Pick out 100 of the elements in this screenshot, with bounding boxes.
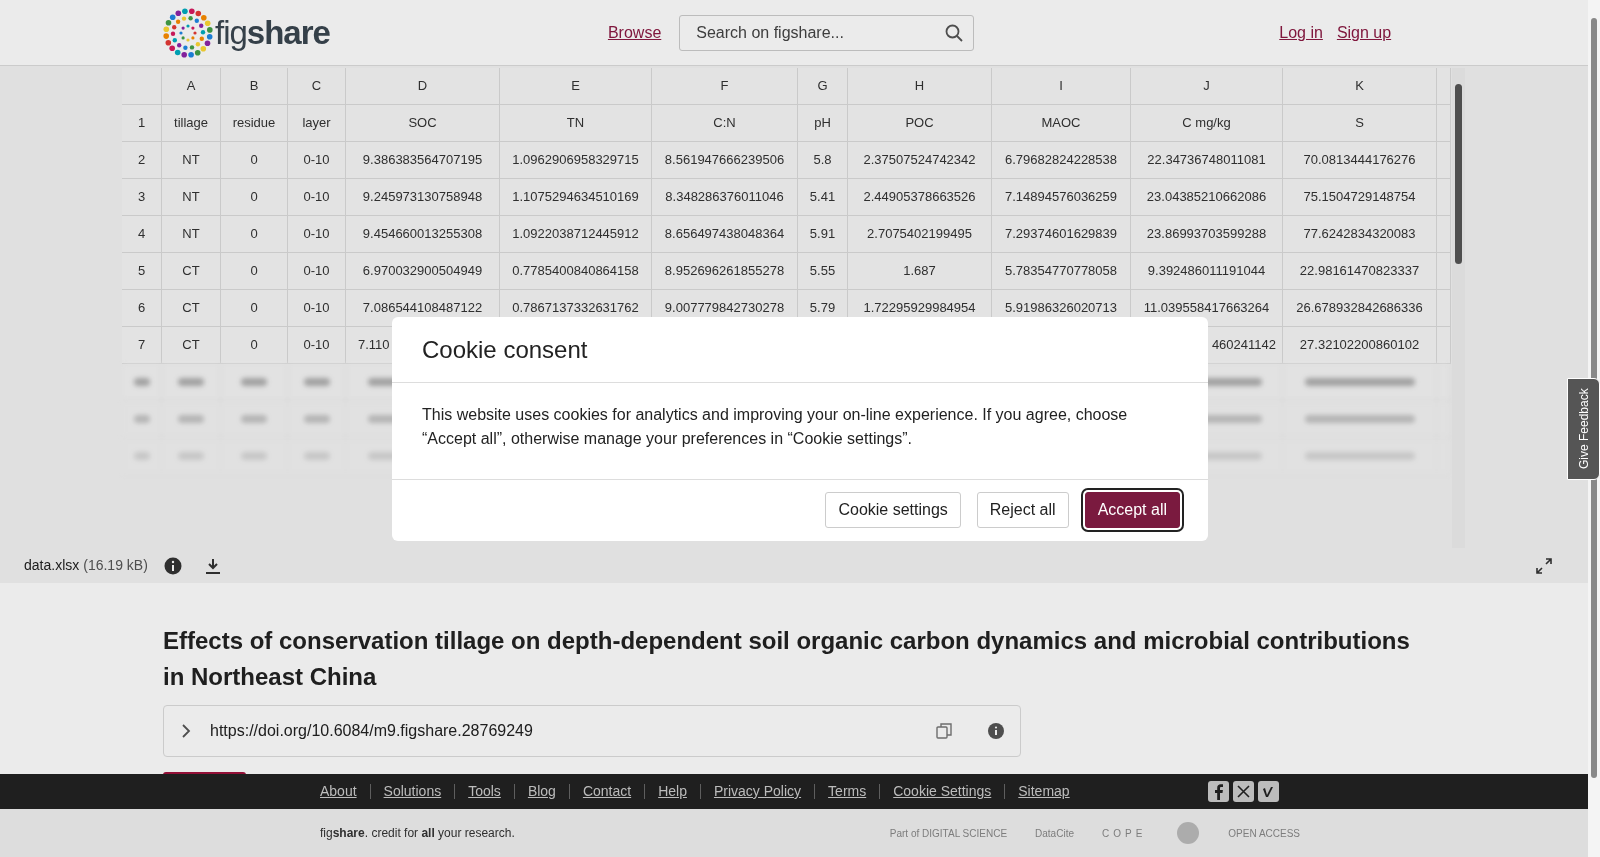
footer-link[interactable]: Cookie Settings xyxy=(893,781,992,802)
table-cell: CT xyxy=(162,253,221,290)
column-header[interactable]: I xyxy=(992,68,1131,105)
table-cell: 2.44905378663526 xyxy=(848,179,992,216)
table-cell: SOC xyxy=(346,105,500,142)
table-cell: NT xyxy=(162,142,221,179)
footer-link[interactable]: Privacy Policy xyxy=(713,781,802,802)
feedback-tab[interactable]: Give Feedback xyxy=(1567,378,1600,480)
table-cell: C mg/kg xyxy=(1131,105,1283,142)
footer-link[interactable]: Solutions xyxy=(383,781,442,802)
doi-link[interactable]: https://doi.org/10.6084/m9.figshare.28769249 xyxy=(210,719,918,743)
table-cell: TN xyxy=(500,105,652,142)
table-cell: 0.7785400840864158 xyxy=(500,253,652,290)
table-cell: 2.37507524742342 xyxy=(848,142,992,179)
info-icon[interactable] xyxy=(988,723,1004,739)
table-cell: 5.91 xyxy=(798,216,848,253)
login-link[interactable]: Log in xyxy=(1279,20,1323,45)
table-cell: CT xyxy=(162,327,221,364)
expand-icon[interactable] xyxy=(1536,557,1552,574)
table-cell: 8.348286376011046 xyxy=(652,179,798,216)
table-cell: 0-10 xyxy=(288,142,346,179)
table-cell: 0-10 xyxy=(288,216,346,253)
table-cell: 1.0962906958329715 xyxy=(500,142,652,179)
table-cell: C:N xyxy=(652,105,798,142)
table-cell: 22.98161470823337 xyxy=(1283,253,1437,290)
column-header[interactable]: B xyxy=(221,68,288,105)
search-field[interactable]: Search on figshare... xyxy=(694,19,946,46)
logo-icon[interactable] xyxy=(163,7,213,58)
row-number: 7 xyxy=(122,327,162,364)
table-cell: 75.1504729148754 xyxy=(1283,179,1437,216)
copy-icon[interactable] xyxy=(936,723,952,739)
table-cell: 1.687 xyxy=(848,253,992,290)
chevron-icon[interactable] xyxy=(180,723,192,739)
dialog-button[interactable]: Cookie settings xyxy=(825,492,961,528)
column-header[interactable]: K xyxy=(1283,68,1437,105)
tagline: figshare. credit for all your research. xyxy=(320,825,515,842)
table-cell: 0 xyxy=(221,216,288,253)
table-cell: 23.86993703599288 xyxy=(1131,216,1283,253)
footer-link[interactable]: Help xyxy=(658,781,687,802)
table-cell: CT xyxy=(162,290,221,327)
row-number: 5 xyxy=(122,253,162,290)
table-cell: 7.14894576036259 xyxy=(992,179,1131,216)
column-header[interactable]: H xyxy=(848,68,992,105)
column-header[interactable]: D xyxy=(346,68,500,105)
table-cell: 5.41 xyxy=(798,179,848,216)
column-header[interactable]: C xyxy=(288,68,346,105)
table-cell: 6.79682824228538 xyxy=(992,142,1131,179)
browse-link[interactable]: Browse xyxy=(607,20,662,45)
search-icon[interactable] xyxy=(945,23,964,42)
row-number: 3 xyxy=(122,179,162,216)
table-cell: 0 xyxy=(221,142,288,179)
table-cell: 0-10 xyxy=(288,290,346,327)
table-cell: S xyxy=(1283,105,1437,142)
footer-link[interactable]: Terms xyxy=(828,781,867,802)
logo-text[interactable]: figshare xyxy=(215,7,330,58)
table-cell: tillage xyxy=(162,105,221,142)
table-cell: 70.0813444176276 xyxy=(1283,142,1437,179)
signup-link[interactable]: Sign up xyxy=(1336,20,1392,45)
column-header[interactable]: E xyxy=(500,68,652,105)
table-cell: pH xyxy=(798,105,848,142)
table-cell: 0-10 xyxy=(288,179,346,216)
table-cell: 9.386383564707195 xyxy=(346,142,500,179)
table-cell: 5.78354770778058 xyxy=(992,253,1131,290)
download-icon[interactable] xyxy=(203,556,222,575)
table-cell: 5.55 xyxy=(798,253,848,290)
footer-link[interactable]: Contact xyxy=(582,781,632,802)
dialog-button[interactable]: Reject all xyxy=(976,492,1069,528)
table-cell xyxy=(1437,216,1451,253)
row-number: 1 xyxy=(122,105,162,142)
table-cell: 0 xyxy=(221,327,288,364)
table-cell: 8.561947666239506 xyxy=(652,142,798,179)
footer-link[interactable]: Tools xyxy=(468,781,501,802)
footer-link[interactable]: About xyxy=(320,781,357,802)
table-cell: NT xyxy=(162,216,221,253)
table-cell: 0-10 xyxy=(288,327,346,364)
footer-link[interactable]: Sitemap xyxy=(1018,781,1070,802)
item-title: Effects of conservation tillage on depth-dependent soil organic carbon dynamics and microbial contributions in Northeast China xyxy=(163,626,1411,692)
seal-icon xyxy=(1176,821,1201,845)
table-cell: 5.8 xyxy=(798,142,848,179)
table-cell: 7.29374601629839 xyxy=(992,216,1131,253)
dialog-text: This website uses cookies for analytics and improving your on-line experience. If you agree, choose “Accept all”, otherwise manage your preferences in “Cookie settings”. xyxy=(392,383,1208,480)
column-header[interactable]: J xyxy=(1131,68,1283,105)
search-bar[interactable]: Search on figshare... xyxy=(679,14,975,51)
dialog-title: Cookie consent xyxy=(392,317,1208,383)
table-cell: 9.245973130758948 xyxy=(346,179,500,216)
column-header[interactable]: A xyxy=(162,68,221,105)
table-cell xyxy=(1437,253,1451,290)
footer-link[interactable]: Blog xyxy=(527,781,556,802)
info-icon[interactable] xyxy=(163,556,182,575)
file-name: data.xlsx xyxy=(24,556,80,575)
table-cell: POC xyxy=(848,105,992,142)
scrollbar[interactable] xyxy=(1452,68,1465,548)
table-cell: 0 xyxy=(221,253,288,290)
table-cell xyxy=(1437,290,1451,327)
table-cell: 9.454660013255308 xyxy=(346,216,500,253)
column-header[interactable]: G xyxy=(798,68,848,105)
file-size: (16.19 kB) xyxy=(83,556,148,575)
column-header[interactable]: F xyxy=(652,68,798,105)
table-cell xyxy=(1437,142,1451,179)
row-number: 2 xyxy=(122,142,162,179)
